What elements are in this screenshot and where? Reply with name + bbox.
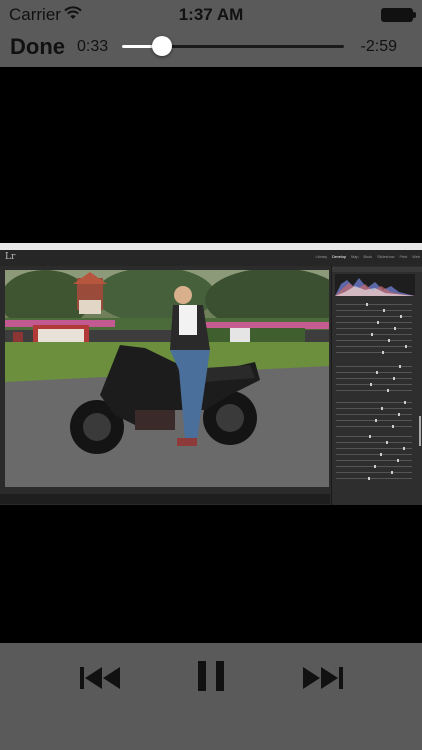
adjustment-slider bbox=[336, 401, 412, 404]
done-button[interactable]: Done bbox=[10, 34, 65, 60]
adjustment-slider bbox=[336, 459, 412, 462]
module-tab[interactable]: Slideshow bbox=[377, 255, 394, 259]
slider-knob bbox=[381, 407, 383, 410]
slider-knob bbox=[368, 477, 370, 480]
adjustment-slider bbox=[336, 435, 412, 438]
photo-preview bbox=[5, 270, 329, 487]
slider-knob bbox=[397, 459, 399, 462]
slider-knob bbox=[374, 465, 376, 468]
adjustment-slider bbox=[336, 377, 412, 380]
adjustment-slider bbox=[336, 413, 412, 416]
module-tab[interactable]: Develop bbox=[332, 255, 346, 259]
panel-header bbox=[332, 267, 422, 272]
scrubber-track[interactable] bbox=[122, 36, 344, 56]
slider-knob bbox=[400, 315, 402, 318]
adjustment-slider bbox=[336, 471, 412, 474]
module-tab[interactable]: Web bbox=[412, 255, 420, 259]
slider-knob bbox=[370, 383, 372, 386]
slider-knob bbox=[393, 377, 395, 380]
transport-bar bbox=[0, 643, 422, 750]
adjustment-slider bbox=[336, 383, 412, 386]
app-logo: Lr bbox=[5, 252, 16, 262]
slider-knob bbox=[398, 413, 400, 416]
adjustment-slider bbox=[336, 321, 412, 324]
module-tab[interactable]: Map bbox=[351, 255, 358, 259]
histogram bbox=[335, 274, 415, 296]
adjustment-slider bbox=[336, 407, 412, 410]
adjustment-slider bbox=[336, 447, 412, 450]
slider-knob bbox=[369, 435, 371, 438]
remaining-time: -2:59 bbox=[360, 38, 397, 55]
slider-knob bbox=[375, 419, 377, 422]
adjustment-slider bbox=[336, 351, 412, 354]
slider-knob bbox=[377, 321, 379, 324]
adjustment-slider bbox=[336, 339, 412, 342]
adjustment-slider bbox=[336, 365, 412, 368]
adjustment-slider bbox=[336, 309, 412, 312]
slider-knob bbox=[376, 371, 378, 374]
adjustment-slider bbox=[336, 389, 412, 392]
video-frame[interactable]: Lr Library Develop Map Book Slideshow Print We… bbox=[0, 243, 422, 505]
adjustment-slider bbox=[336, 315, 412, 318]
elapsed-time: 0:33 bbox=[77, 38, 109, 55]
adjustment-slider bbox=[336, 453, 412, 456]
slider-knob bbox=[391, 471, 393, 474]
develop-panel bbox=[331, 266, 422, 505]
adjustment-slider bbox=[336, 345, 412, 348]
slider-knob bbox=[394, 327, 396, 330]
pause-icon[interactable] bbox=[189, 659, 233, 693]
adjustment-slider bbox=[336, 465, 412, 468]
adjustment-slider bbox=[336, 477, 412, 480]
module-tab[interactable]: Book bbox=[363, 255, 372, 259]
slider-knob bbox=[392, 425, 394, 428]
slider-knob bbox=[405, 345, 407, 348]
module-picker: Library Develop Map Book Slideshow Print Web bbox=[316, 255, 420, 259]
skip-forward-icon[interactable] bbox=[301, 664, 345, 692]
adjustment-slider bbox=[336, 371, 412, 374]
slider-knob bbox=[403, 447, 405, 450]
app-menubar bbox=[0, 243, 422, 250]
motorcycle-photo bbox=[5, 270, 329, 487]
skip-back-icon[interactable] bbox=[78, 664, 122, 692]
module-tab[interactable]: Library bbox=[316, 255, 328, 259]
slider-knob bbox=[380, 453, 382, 456]
scrubber-thumb[interactable] bbox=[151, 36, 172, 56]
battery-icon bbox=[381, 8, 416, 22]
slider-knob bbox=[404, 401, 406, 404]
panel-scrollbar bbox=[419, 416, 421, 446]
app-header: Lr Library Develop Map Book Slideshow Print We… bbox=[0, 250, 422, 266]
module-tab[interactable]: Print bbox=[399, 255, 407, 259]
adjustment-slider bbox=[336, 327, 412, 330]
clock: 1:37 AM bbox=[178, 5, 244, 24]
slider-knob bbox=[382, 351, 384, 354]
slider-knob bbox=[387, 389, 389, 392]
slider-knob bbox=[388, 339, 390, 342]
status-bar: Carrier 1:37 AM bbox=[0, 0, 422, 28]
adjustment-slider bbox=[336, 303, 412, 306]
slider-knob bbox=[366, 303, 368, 306]
filmstrip-bar bbox=[0, 494, 330, 504]
adjustment-slider bbox=[336, 425, 412, 428]
adjustment-slider bbox=[336, 419, 412, 422]
adjustment-slider bbox=[336, 333, 412, 336]
slider-knob bbox=[371, 333, 373, 336]
slider-knob bbox=[399, 365, 401, 368]
slider-knob bbox=[383, 309, 385, 312]
playback-controls: Done 0:33 -2:59 bbox=[0, 28, 422, 67]
adjustment-slider bbox=[336, 441, 412, 444]
slider-knob bbox=[386, 441, 388, 444]
